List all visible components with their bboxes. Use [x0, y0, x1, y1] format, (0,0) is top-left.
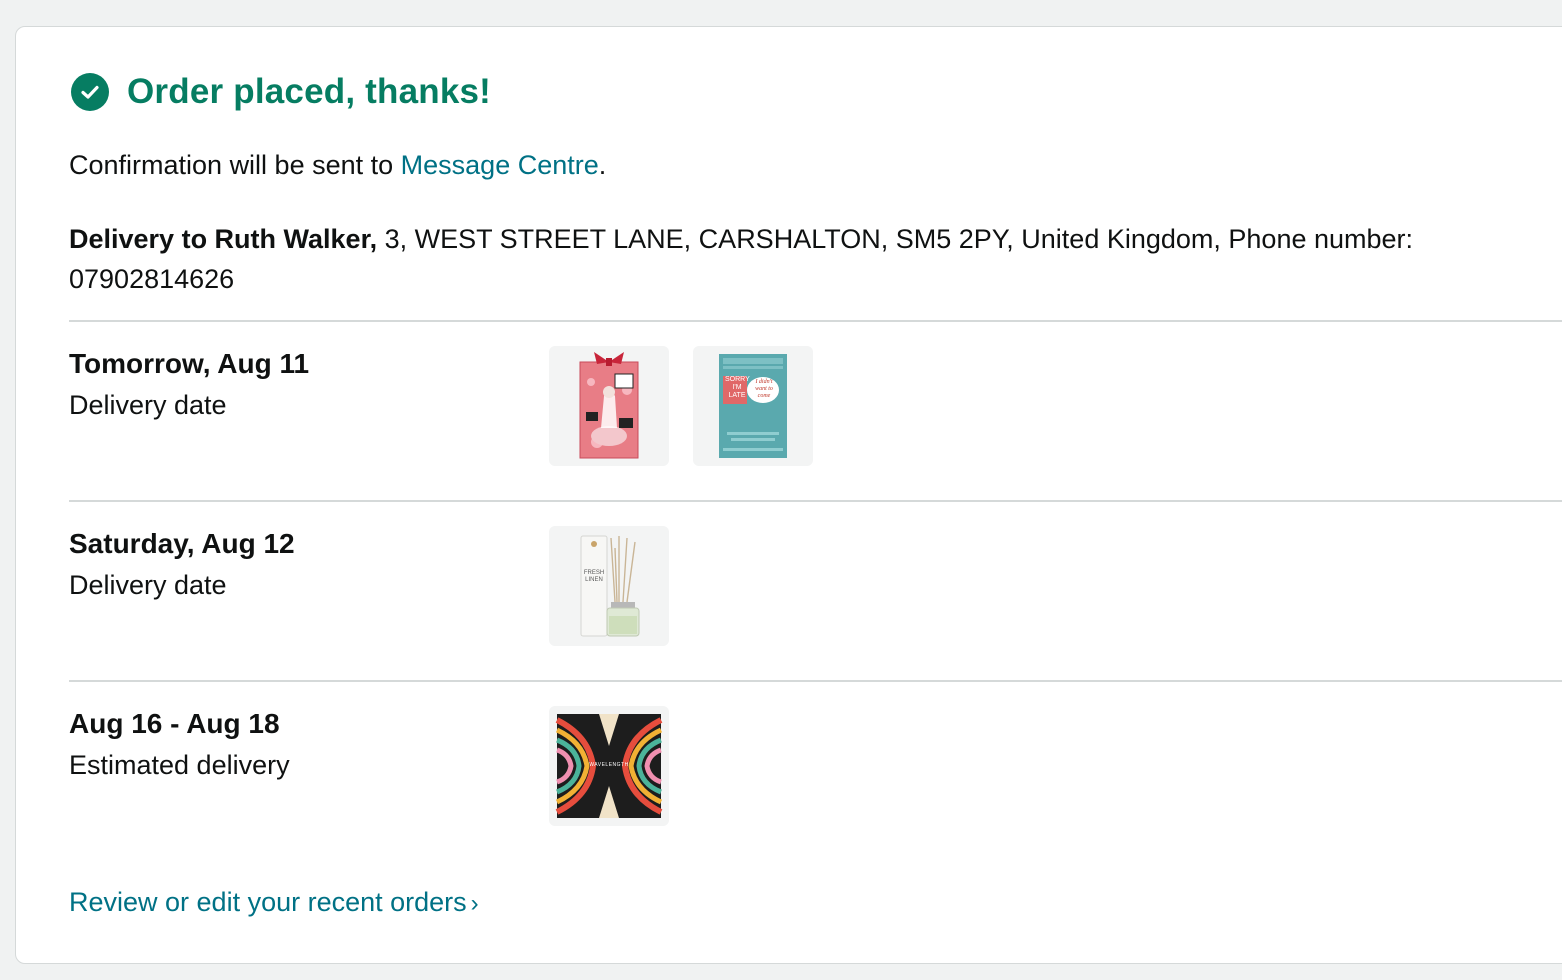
- gift-box-product-image[interactable]: [549, 346, 669, 466]
- confirmation-prefix: Confirmation will be sent to: [69, 150, 401, 180]
- review-orders-link[interactable]: Review or edit your recent orders ›: [69, 887, 479, 918]
- book-cover-line1: SORRY: [725, 376, 750, 383]
- order-header: Order placed, thanks!: [71, 72, 491, 112]
- delivery-group-label: Delivery date: [69, 390, 227, 420]
- delivery-group-date: Aug 16 - Aug 18: [69, 708, 280, 739]
- delivery-group-date: Saturday, Aug 12: [69, 528, 295, 559]
- diffuser-label-line2: LINEN: [585, 577, 603, 583]
- check-circle-icon: [71, 73, 109, 111]
- board-game-product-image[interactable]: WAVELENGTH: [549, 706, 669, 826]
- delivery-group: Saturday, Aug 12 Delivery date FRESH LIN…: [69, 500, 1562, 682]
- delivery-group: Aug 16 - Aug 18 Estimated delivery WAVEL…: [69, 680, 1562, 862]
- diffuser-label-line1: FRESH: [583, 570, 605, 576]
- delivery-group: Tomorrow, Aug 11 Delivery date SORRY I'M…: [69, 320, 1562, 502]
- page-title: Order placed, thanks!: [127, 72, 492, 111]
- delivery-recipient: Delivery to Ruth Walker,: [69, 224, 378, 254]
- order-confirmation-card: Order placed, thanks! Confirmation will …: [15, 26, 1562, 964]
- delivery-address: Delivery to Ruth Walker, 3, WEST STREET …: [69, 219, 1489, 299]
- reed-diffuser-product-image[interactable]: FRESH LINEN: [549, 526, 669, 646]
- book-cover-title: SORRY I'M LATE: [725, 376, 750, 400]
- confirmation-suffix: .: [598, 150, 607, 180]
- diffuser-label: FRESH LINEN: [582, 570, 606, 584]
- chevron-right-icon: ›: [470, 890, 479, 917]
- book-cover-line2: I'M: [732, 384, 742, 391]
- delivery-group-date: Tomorrow, Aug 11: [69, 348, 310, 379]
- game-title: WAVELENGTH: [589, 762, 629, 768]
- book-cover-handwriting: I didn't want to come: [755, 379, 773, 399]
- review-orders-label: Review or edit your recent orders: [69, 887, 467, 917]
- book-cover-line3: LATE: [728, 392, 746, 399]
- delivery-group-label: Estimated delivery: [69, 750, 290, 780]
- book-product-image[interactable]: SORRY I'M LATE I didn't want to come: [693, 346, 813, 466]
- confirmation-text: Confirmation will be sent to Message Cen…: [69, 149, 606, 181]
- delivery-group-label: Delivery date: [69, 570, 227, 600]
- message-centre-link[interactable]: Message Centre: [401, 150, 599, 180]
